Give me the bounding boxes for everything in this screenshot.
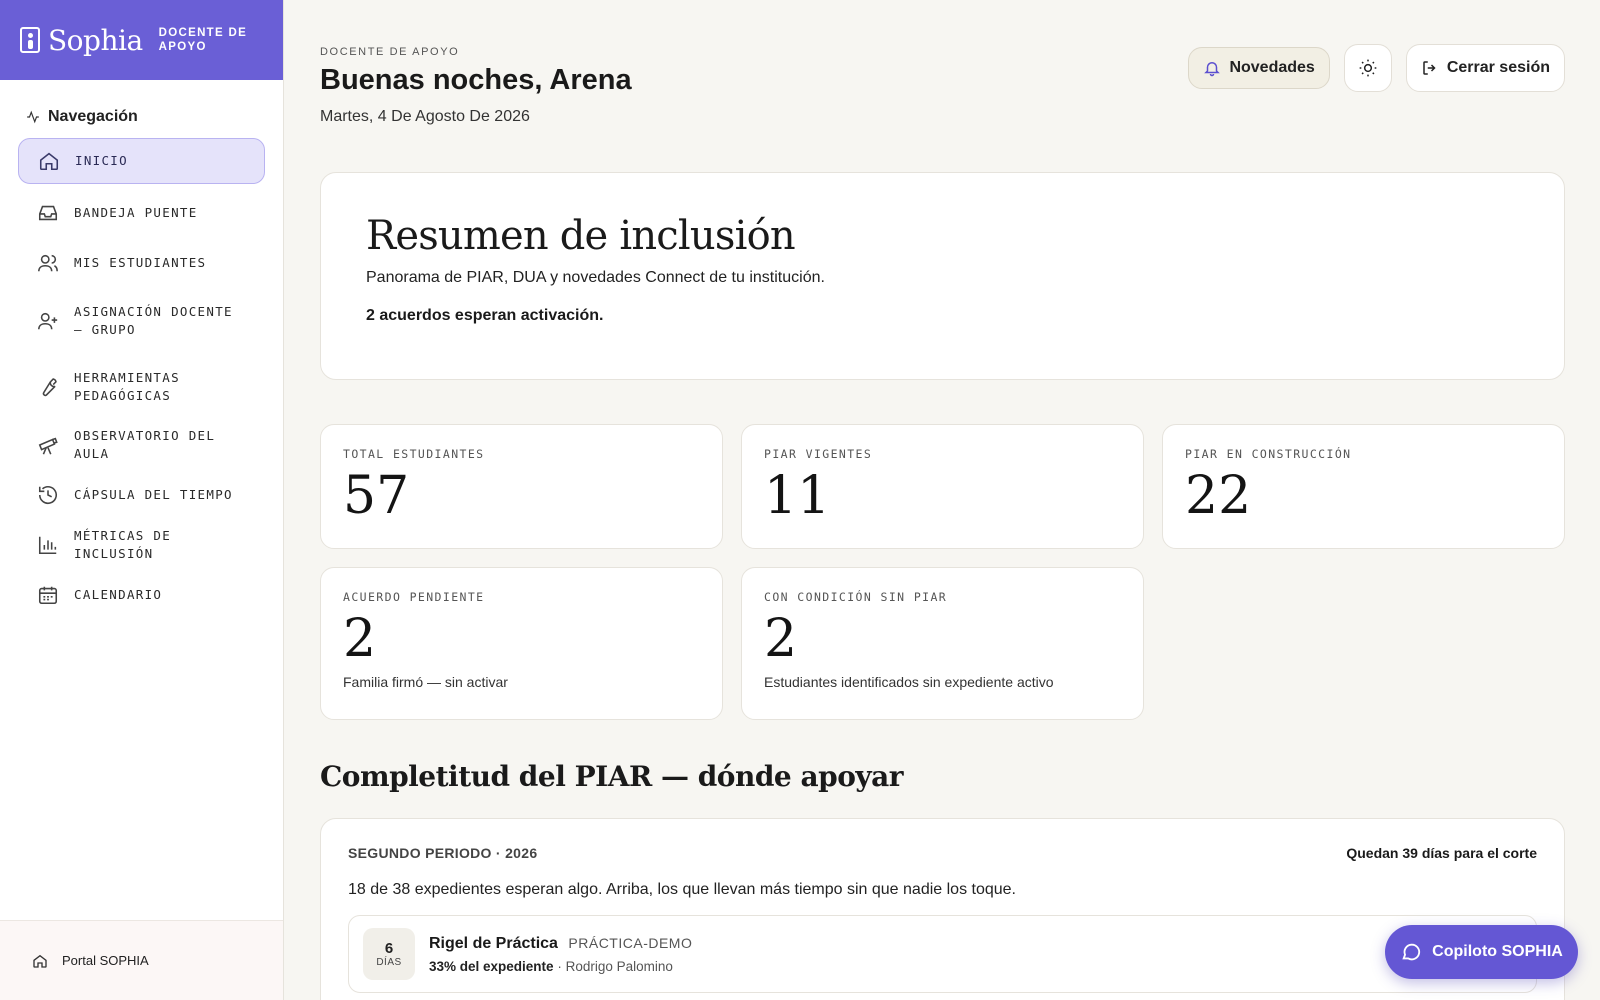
sidebar: Sophia DOCENTE DE APOYO Navegación INICI… <box>0 0 284 1000</box>
users-icon <box>36 251 60 275</box>
sidebar-item-label: HERRAMIENTAS PEDAGÓGICAS <box>74 370 180 403</box>
logout-button[interactable]: Cerrar sesión <box>1405 44 1565 92</box>
copilot-button[interactable]: Copiloto SOPHIA <box>1385 925 1578 979</box>
stat-value: 11 <box>764 466 831 526</box>
stat-value: 2 <box>343 609 377 669</box>
sidebar-item-inicio[interactable]: INICIO <box>18 138 265 184</box>
portal-link-label: Portal SOPHIA <box>62 953 149 968</box>
nav-title: Navegación <box>26 108 283 126</box>
current-date: Martes, 4 De Agosto De 2026 <box>320 108 530 125</box>
stat-card-condicion-sin-piar[interactable]: CON CONDICIÓN SIN PIAR 2 Estudiantes ide… <box>741 567 1144 720</box>
student-name: Rigel de Práctica <box>429 934 558 952</box>
deadline-label: Quedan 39 días para el corte <box>1346 845 1537 861</box>
sophia-logo-icon <box>20 27 40 53</box>
sidebar-item-bandeja-puente[interactable]: BANDEJA PUENTE <box>18 188 265 238</box>
logout-icon <box>1423 61 1436 75</box>
nav-title-label: Navegación <box>48 108 138 125</box>
stat-label: ACUERDO PENDIENTE <box>343 590 485 604</box>
stat-label: PIAR VIGENTES <box>764 447 873 461</box>
logout-button-label: Cerrar sesión <box>1446 59 1550 76</box>
bar-chart-icon <box>36 533 60 557</box>
page-title: Buenas noches, Arena <box>320 64 632 96</box>
telescope-icon <box>36 433 60 457</box>
stat-card-piar-construccion[interactable]: PIAR EN CONSTRUCCIÓN 22 <box>1162 424 1565 549</box>
stat-value: 2 <box>764 609 798 669</box>
stat-value: 57 <box>343 466 410 526</box>
bell-icon <box>1204 62 1221 77</box>
brand-role: DOCENTE DE APOYO <box>158 27 248 53</box>
stat-description: Familia firmó — sin activar <box>343 674 508 690</box>
inclusion-summary-card: Resumen de inclusión Panorama de PIAR, D… <box>320 172 1565 380</box>
stat-label: TOTAL ESTUDIANTES <box>343 447 485 461</box>
sidebar-item-label: BANDEJA PUENTE <box>74 205 198 220</box>
days-count: 6 <box>384 940 394 957</box>
stat-description: Estudiantes identificados sin expediente… <box>764 674 1054 690</box>
days-badge: 6 DÍAS <box>363 928 415 980</box>
sidebar-item-label: CÁPSULA DEL TIEMPO <box>74 487 233 502</box>
period-label: SEGUNDO PERIODO · 2026 <box>348 845 538 861</box>
sidebar-item-label: ASIGNACIÓN DOCENTE — GRUPO <box>74 304 233 337</box>
sidebar-item-label: CALENDARIO <box>74 587 163 602</box>
sidebar-item-label: MIS ESTUDIANTES <box>74 255 207 270</box>
role-eyebrow: DOCENTE DE APOYO <box>320 46 460 58</box>
portal-link[interactable]: Portal SOPHIA <box>0 920 283 1000</box>
news-button[interactable]: Novedades <box>1188 47 1330 89</box>
copilot-label: Copiloto SOPHIA <box>1432 943 1563 960</box>
piar-completeness-panel: SEGUNDO PERIODO · 2026 Quedan 39 días pa… <box>320 818 1565 1000</box>
brand-header[interactable]: Sophia DOCENTE DE APOYO <box>0 0 283 80</box>
activity-icon <box>27 110 39 124</box>
sidebar-item-label: OBSERVATORIO DEL AULA <box>74 428 216 461</box>
summary-note: 2 acuerdos esperan activación. <box>366 307 604 324</box>
history-icon <box>36 483 60 507</box>
home-icon <box>37 149 61 173</box>
sun-icon <box>1359 59 1377 77</box>
row-body: Rigel de Práctica PRÁCTICA-DEMO 33% del … <box>429 935 692 974</box>
sidebar-item-capsula[interactable]: CÁPSULA DEL TIEMPO <box>18 470 265 520</box>
student-tag: PRÁCTICA-DEMO <box>568 934 693 951</box>
panel-summary: 18 de 38 expedientes esperan algo. Arrib… <box>348 881 1016 898</box>
list-item[interactable]: 6 DÍAS Rigel de Práctica PRÁCTICA-DEMO 3… <box>348 915 1537 993</box>
chat-bubble-icon <box>1402 943 1421 961</box>
sidebar-item-metricas[interactable]: MÉTRICAS DE INCLUSIÓN <box>18 520 265 570</box>
summary-subtitle: Panorama de PIAR, DUA y novedades Connec… <box>366 269 825 286</box>
sidebar-item-asignacion-docente[interactable]: ASIGNACIÓN DOCENTE — GRUPO <box>18 288 265 354</box>
inbox-icon <box>36 201 60 225</box>
sidebar-item-calendario[interactable]: CALENDARIO <box>18 570 265 620</box>
days-unit: DÍAS <box>376 957 402 968</box>
user-plus-icon <box>36 309 60 333</box>
news-button-label: Novedades <box>1229 59 1315 76</box>
sidebar-item-label: MÉTRICAS DE INCLUSIÓN <box>74 528 172 561</box>
brand-name: Sophia <box>48 23 143 57</box>
theme-toggle-button[interactable] <box>1343 44 1392 92</box>
stat-label: CON CONDICIÓN SIN PIAR <box>764 590 948 604</box>
wrench-icon <box>36 375 60 399</box>
sidebar-item-mis-estudiantes[interactable]: MIS ESTUDIANTES <box>18 238 265 288</box>
section-title: Completitud del PIAR — dónde apoyar <box>320 760 904 793</box>
teacher-name: · Rodrigo Palomino <box>557 958 673 974</box>
progress-text: 33% del expediente <box>429 958 554 974</box>
top-actions: Novedades Cerrar sesión <box>1188 44 1565 92</box>
sidebar-item-observatorio[interactable]: OBSERVATORIO DEL AULA <box>18 420 265 470</box>
calendar-icon <box>36 583 60 607</box>
stat-card-acuerdo-pendiente[interactable]: ACUERDO PENDIENTE 2 Familia firmó — sin … <box>320 567 723 720</box>
stat-value: 22 <box>1185 466 1252 526</box>
panel-header: SEGUNDO PERIODO · 2026 Quedan 39 días pa… <box>348 845 1537 861</box>
sidebar-item-herramientas[interactable]: HERRAMIENTAS PEDAGÓGICAS <box>18 354 265 420</box>
stat-label: PIAR EN CONSTRUCCIÓN <box>1185 447 1352 461</box>
summary-title: Resumen de inclusión <box>366 213 796 259</box>
stat-card-total-estudiantes[interactable]: TOTAL ESTUDIANTES 57 <box>320 424 723 549</box>
sidebar-item-label: INICIO <box>75 153 128 168</box>
row-meta: 33% del expediente · Rodrigo Palomino <box>429 959 692 974</box>
home-icon <box>33 954 47 968</box>
stat-card-piar-vigentes[interactable]: PIAR VIGENTES 11 <box>741 424 1144 549</box>
